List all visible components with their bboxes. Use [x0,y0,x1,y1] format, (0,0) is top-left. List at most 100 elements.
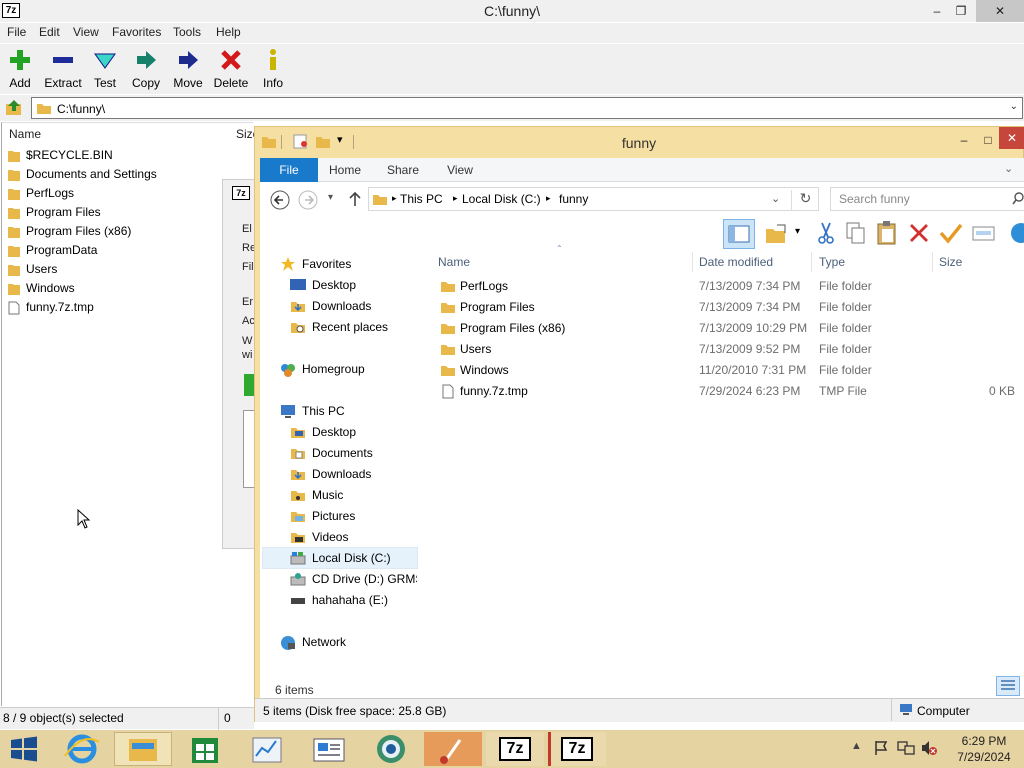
nav-pc-documents[interactable]: Documents [312,443,373,463]
info-button[interactable]: Info [260,48,286,90]
show-hidden-icons-chevron-up-icon[interactable]: ▲ [851,740,862,752]
file-date: 11/20/2010 7:31 PM [699,363,807,377]
breadcrumb[interactable]: ▸ This PC ▸ Local Disk (C:) ▸ funny ⌄ ↻ [368,187,819,211]
list-item[interactable]: Documents and Settings [8,165,157,184]
details-view-button[interactable] [996,676,1020,696]
table-row[interactable]: Program Files (x86) 7/13/2009 10:29 PM F… [440,318,1024,339]
nav-favorites[interactable]: Favorites [302,254,351,274]
menu-tools[interactable]: Tools [173,25,201,39]
column-type[interactable]: Type [819,252,845,272]
internet-explorer-taskbar-icon[interactable] [53,732,111,766]
properties-icon[interactable] [765,221,787,245]
column-size[interactable]: Size [939,252,962,272]
nav-fav-downloads[interactable]: Downloads [312,296,371,316]
start-windows-icon[interactable] [10,736,38,762]
up-folder-icon[interactable] [4,98,24,118]
list-item[interactable]: PerfLogs [8,184,74,203]
rename-check-icon[interactable] [939,222,963,244]
list-item[interactable]: Users [8,260,57,279]
sevenzip-taskbar-icon-2[interactable]: 7z [548,732,606,766]
delete-icon[interactable] [908,222,930,244]
refresh-icon[interactable]: ↻ [791,190,819,210]
paste-icon[interactable] [876,220,898,246]
menu-view[interactable]: View [73,25,99,39]
table-row[interactable]: Program Files 7/13/2009 7:34 PM File fol… [440,297,1024,318]
search-input[interactable]: Search funny [830,187,1024,211]
menu-favorites[interactable]: Favorites [112,25,161,39]
list-item[interactable]: $RECYCLE.BIN [8,146,113,165]
nav-pc-cd-drive[interactable]: CD Drive (D:) GRMSX [312,569,417,589]
select-icon[interactable] [972,224,996,244]
list-item[interactable]: ProgramData [8,241,97,260]
nav-pc-local-disk[interactable]: Local Disk (C:) [312,548,391,568]
tab-home[interactable]: Home [322,158,368,182]
nav-pc-videos[interactable]: Videos [312,527,348,547]
move-button[interactable]: Move [172,48,204,90]
preview-pane-button[interactable] [723,219,755,249]
list-item[interactable]: Program Files (x86) [8,222,131,241]
back-button[interactable] [270,190,290,210]
store-taskbar-icon[interactable] [176,732,234,766]
recent-locations-chevron-down-icon[interactable]: ▾ [328,192,333,203]
globe-icon[interactable] [1008,222,1024,244]
table-row[interactable]: PerfLogs 7/13/2009 7:34 PM File folder [440,276,1024,297]
test-button[interactable]: Test [90,48,120,90]
sevenzip-taskbar-icon[interactable]: 7z [486,732,544,766]
nav-homegroup[interactable]: Homegroup [302,359,365,379]
network-tray-icon[interactable] [897,740,915,756]
column-name[interactable]: Name [9,127,41,141]
forward-button[interactable] [298,190,318,210]
extract-button[interactable]: Extract [42,48,84,90]
list-item[interactable]: funny.7z.tmp [8,298,94,317]
add-button[interactable]: Add [6,48,34,90]
cut-icon[interactable] [816,221,836,245]
copy-icon[interactable] [845,221,867,245]
sevenzip-titlebar[interactable]: 7z C:\funny\ – ❐ ✕ [0,0,1024,22]
breadcrumb-this-pc[interactable]: This PC [400,192,443,206]
nav-pc-downloads[interactable]: Downloads [312,464,371,484]
globe-taskbar-icon[interactable] [362,732,420,766]
delete-button[interactable]: Delete [213,48,249,90]
menu-help[interactable]: Help [216,25,241,39]
list-item[interactable]: Windows [8,279,75,298]
action-center-flag-icon[interactable] [874,740,888,756]
system-info-taskbar-icon[interactable] [300,732,358,766]
maximize-button[interactable]: ❐ [946,0,976,22]
copy-button[interactable]: Copy [130,48,162,90]
resource-monitor-taskbar-icon[interactable] [238,732,296,766]
tab-file[interactable]: File [260,158,318,182]
close-button[interactable]: ✕ [999,127,1024,149]
sevenzip-path-input[interactable]: C:\funny\ ⌄ [31,97,1023,119]
close-button[interactable]: ✕ [976,0,1024,22]
nav-this-pc[interactable]: This PC [302,401,345,421]
paint-taskbar-icon[interactable] [424,732,482,766]
search-icon[interactable] [1012,192,1024,206]
column-date-modified[interactable]: Date modified [699,252,773,272]
nav-pc-music[interactable]: Music [312,485,343,505]
table-row[interactable]: Windows 11/20/2010 7:31 PM File folder [440,360,1024,381]
nav-fav-desktop[interactable]: Desktop [312,275,356,295]
table-row[interactable]: funny.7z.tmp 7/29/2024 6:23 PM TMP File … [440,381,1024,402]
list-item[interactable]: Program Files [8,203,101,222]
chevron-down-icon[interactable]: ⌄ [1010,101,1018,112]
volume-muted-icon[interactable] [920,740,938,756]
address-history-chevron-down-icon[interactable]: ⌄ [771,192,780,205]
file-explorer-taskbar-icon[interactable] [114,732,172,766]
chevron-down-icon[interactable]: ▾ [795,226,800,237]
tab-view[interactable]: View [437,158,483,182]
nav-network[interactable]: Network [302,632,346,652]
nav-pc-hahahaha[interactable]: hahahaha (E:) [312,590,388,610]
breadcrumb-local-disk[interactable]: Local Disk (C:) [462,192,541,206]
table-row[interactable]: Users 7/13/2009 9:52 PM File folder [440,339,1024,360]
tab-share[interactable]: Share [380,158,426,182]
system-clock[interactable]: 6:29 PM 7/29/2024 [944,733,1024,765]
menu-edit[interactable]: Edit [39,25,60,39]
menu-file[interactable]: File [7,25,26,39]
column-name[interactable]: Name [438,252,470,272]
nav-pc-pictures[interactable]: Pictures [312,506,355,526]
nav-fav-recent[interactable]: Recent places [312,317,388,337]
breadcrumb-funny[interactable]: funny [559,192,588,206]
expand-ribbon-chevron-down-icon[interactable]: ⌄ [1004,162,1013,175]
up-arrow-icon[interactable] [348,191,362,207]
nav-pc-desktop[interactable]: Desktop [312,422,356,442]
